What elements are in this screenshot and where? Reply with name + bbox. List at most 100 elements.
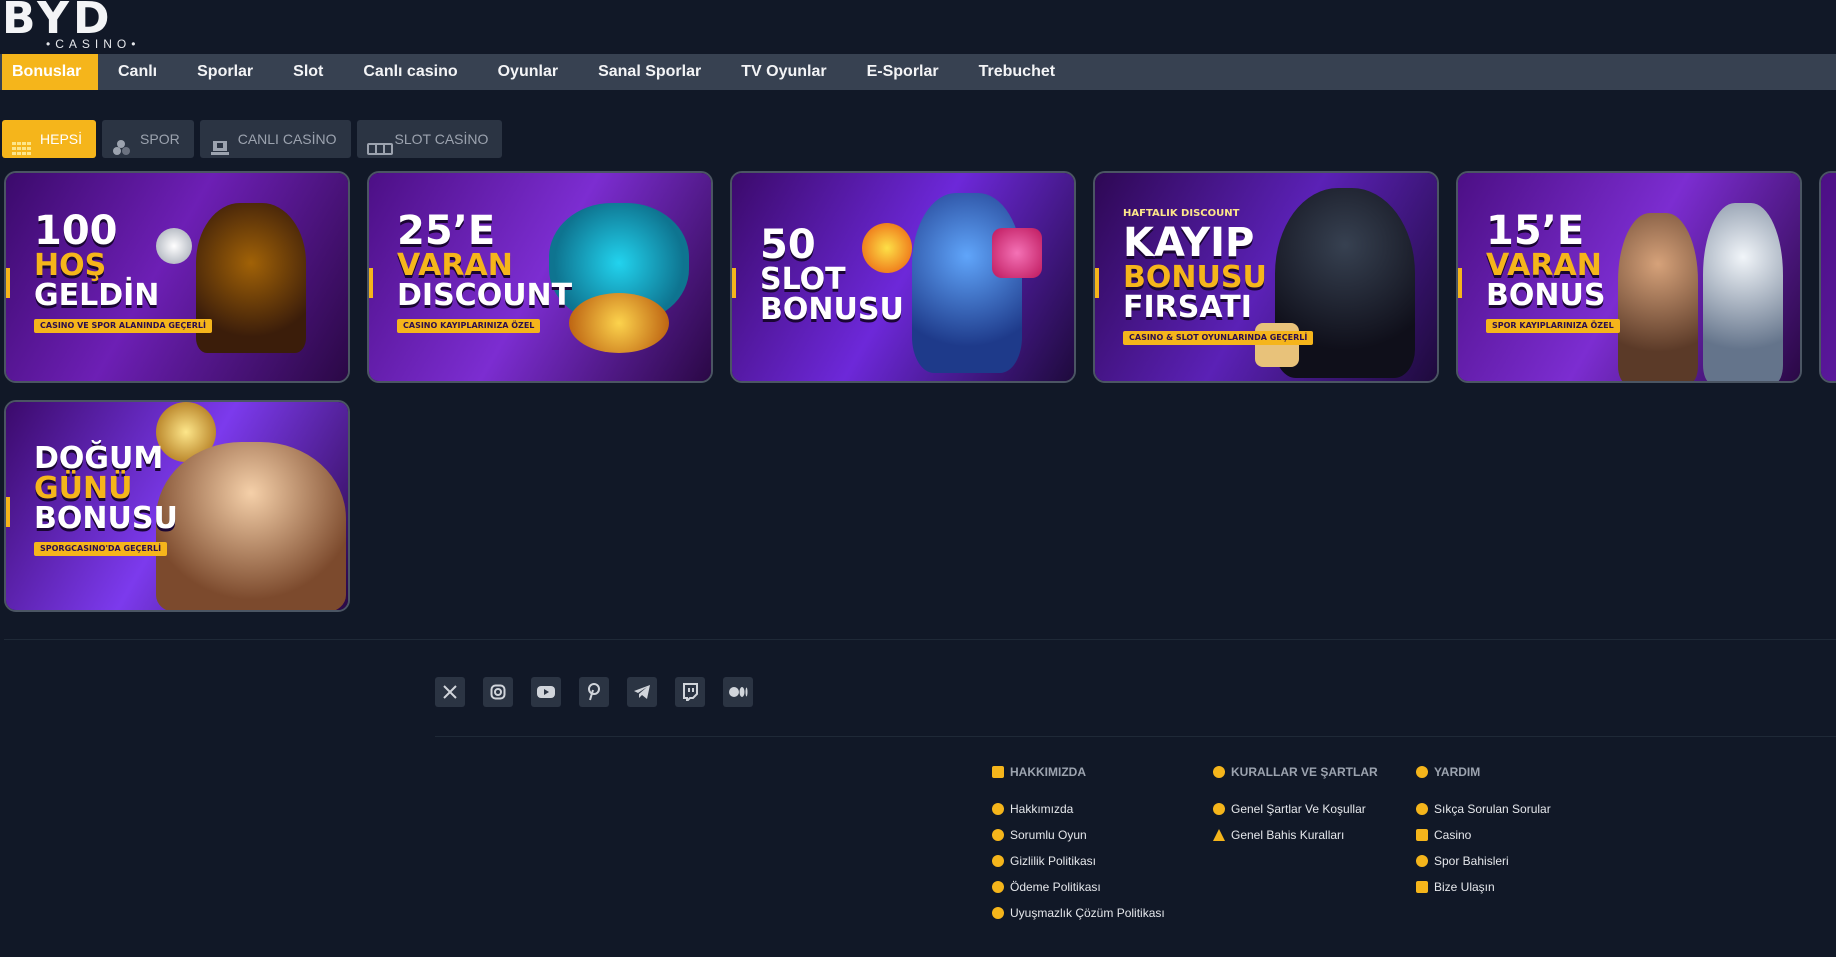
bonus-card-welcome[interactable]: 100 HOŞ GELDİN CASINO VE SPOR ALANINDA G… xyxy=(4,171,350,383)
nav-oyunlar[interactable]: Oyunlar xyxy=(478,54,578,90)
player-two-image xyxy=(1703,203,1783,381)
card-text: HAFTALIK DISCOUNT KAYIP BONUSU FIRSATI C… xyxy=(1123,208,1314,345)
card-title-line2: VARAN xyxy=(1486,248,1602,283)
card-condition: SPORGCASINO'DA GEÇERLİ xyxy=(34,542,168,556)
bonus-card-slot[interactable]: 50 SLOT BONUSU xyxy=(730,171,1076,383)
footer-link-faq[interactable]: Sıkça Sorulan Sorular xyxy=(1416,796,1551,822)
card-accent-bar xyxy=(369,268,373,298)
card-title-line1: 50 xyxy=(760,222,816,268)
footer-link-terms[interactable]: Genel Şartlar Ve Koşullar xyxy=(1213,796,1378,822)
x-icon[interactable] xyxy=(435,677,465,707)
card-title-line3: FIRSATI xyxy=(1123,290,1252,325)
card-title-line1: DOĞUM xyxy=(34,441,164,476)
footer-link-betting-rules[interactable]: Genel Bahis Kuralları xyxy=(1213,822,1378,848)
footer-link-payment-policy[interactable]: Ödeme Politikası xyxy=(992,874,1165,900)
nav-bonuslar[interactable]: Bonuslar xyxy=(2,54,98,90)
footer-rules-heading: KURALLAR VE ŞARTLAR xyxy=(1213,764,1378,780)
footer-link-label: Genel Şartlar Ve Koşullar xyxy=(1231,802,1366,816)
footer-link-label: Bize Ulaşın xyxy=(1434,880,1495,894)
card-title-line3: BONUS xyxy=(1486,278,1606,313)
bonus-card-casino-discount[interactable]: 25’E VARAN DISCOUNT CASINO KAYIPLARINIZA… xyxy=(367,171,713,383)
card-text: 25’E VARAN DISCOUNT CASINO KAYIPLARINIZA… xyxy=(397,211,572,333)
medium-icon[interactable] xyxy=(723,677,753,707)
social-links xyxy=(435,677,753,707)
nav-trebuchet[interactable]: Trebuchet xyxy=(959,54,1075,90)
footer-link-label: Gizlilik Politikası xyxy=(1010,854,1097,868)
nav-canli-casino[interactable]: Canlı casino xyxy=(343,54,477,90)
footer-help-column: YARDIM Sıkça Sorulan Sorular Casino Spor… xyxy=(1416,764,1551,900)
footer-about-column: HAKKIMIZDA Hakkımızda Sorumlu Oyun Gizli… xyxy=(992,764,1165,926)
footer-about-heading: HAKKIMIZDA xyxy=(992,764,1165,780)
footer-about-title: HAKKIMIZDA xyxy=(1010,765,1086,779)
bonus-card-birthday[interactable]: DOĞUM GÜNÜ BONUSU SPORGCASINO'DA GEÇERLİ xyxy=(4,400,350,612)
pinterest-icon[interactable] xyxy=(579,677,609,707)
filter-slot-casino-label: SLOT CASİNO xyxy=(394,131,489,147)
footer-link-label: Hakkımızda xyxy=(1010,802,1074,816)
footer-link-sports-betting[interactable]: Spor Bahisleri xyxy=(1416,848,1551,874)
logo-subtitle: •CASINO• xyxy=(46,37,141,51)
bonus-card-sport-loss[interactable]: 15’E VARAN BONUS SPOR KAYIPLARINIZA ÖZEL xyxy=(1456,171,1802,383)
card-condition: CASINO KAYIPLARINIZA ÖZEL xyxy=(397,319,541,333)
bonus-filter-tabs: HEPSİ SPOR CANLI CASİNO SLOT CASİNO xyxy=(2,120,503,158)
section-divider xyxy=(4,639,1836,640)
sport-balls-icon xyxy=(112,132,132,155)
footer-link-contact[interactable]: Bize Ulaşın xyxy=(1416,874,1551,900)
card-title-line3: BONUSU xyxy=(34,501,178,536)
handshake-icon xyxy=(992,907,1004,919)
bonus-card-loss[interactable]: HAFTALIK DISCOUNT KAYIP BONUSU FIRSATI C… xyxy=(1093,171,1439,383)
party-women-image xyxy=(156,442,346,610)
genie-character-image xyxy=(912,193,1022,373)
filter-sport[interactable]: SPOR xyxy=(102,120,194,158)
footer-link-casino[interactable]: Casino xyxy=(1416,822,1551,848)
card-title-line2: BONUSU xyxy=(1123,260,1267,295)
grid-icon xyxy=(12,132,32,155)
filter-all[interactable]: HEPSİ xyxy=(2,120,97,158)
youtube-icon[interactable] xyxy=(531,677,561,707)
star-icon xyxy=(992,829,1004,841)
card-condition: SPOR KAYIPLARINIZA ÖZEL xyxy=(1486,319,1620,333)
footer-link-responsible-gaming[interactable]: Sorumlu Oyun xyxy=(992,822,1165,848)
filter-slot-casino[interactable]: SLOT CASİNO xyxy=(356,120,503,158)
card-accent-bar xyxy=(6,268,10,298)
warning-icon xyxy=(1213,829,1225,841)
nav-canli[interactable]: Canlı xyxy=(98,54,177,90)
footer-link-privacy-policy[interactable]: Gizlilik Politikası xyxy=(992,848,1165,874)
footer-help-heading: YARDIM xyxy=(1416,764,1551,780)
card-title-line1: KAYIP xyxy=(1123,220,1255,266)
dealer-icon xyxy=(1416,829,1428,841)
card-pretitle: HAFTALIK DISCOUNT xyxy=(1123,208,1240,219)
footer-link-label: Genel Bahis Kuralları xyxy=(1231,828,1345,842)
footer-rules-title: KURALLAR VE ŞARTLAR xyxy=(1231,765,1378,779)
telegram-icon[interactable] xyxy=(627,677,657,707)
footer-link-about[interactable]: Hakkımızda xyxy=(992,796,1165,822)
card-text: 100 HOŞ GELDİN CASINO VE SPOR ALANINDA G… xyxy=(34,211,212,333)
card-text: DOĞUM GÜNÜ BONUSU SPORGCASINO'DA GEÇERLİ xyxy=(34,444,178,556)
card-title-line3: BONUSU xyxy=(760,292,904,327)
card-title-line2: VARAN xyxy=(397,248,513,283)
contact-book-icon xyxy=(1416,881,1428,893)
nav-sporlar[interactable]: Sporlar xyxy=(177,54,273,90)
instagram-icon[interactable] xyxy=(483,677,513,707)
site-logo[interactable]: BYD •CASINO• xyxy=(2,0,172,52)
filter-all-label: HEPSİ xyxy=(40,131,83,147)
card-accent-bar xyxy=(6,497,10,527)
nav-tv-oyunlar[interactable]: TV Oyunlar xyxy=(721,54,846,90)
nav-sanal-sporlar[interactable]: Sanal Sporlar xyxy=(578,54,721,90)
nav-e-sporlar[interactable]: E-Sporlar xyxy=(847,54,959,90)
main-nav: Bonuslar Canlı Sporlar Slot Canlı casino… xyxy=(0,54,1836,90)
card-title-line2: SLOT xyxy=(760,262,846,297)
card-title-line1: 100 xyxy=(34,208,118,254)
filter-live-casino[interactable]: CANLI CASİNO xyxy=(199,120,351,158)
card-text: 15’E VARAN BONUS SPOR KAYIPLARINIZA ÖZEL xyxy=(1486,211,1620,333)
twitch-icon[interactable] xyxy=(675,677,705,707)
footer-link-dispute-policy[interactable]: Uyuşmazlık Çözüm Politikası xyxy=(992,900,1165,926)
bonus-card-grid: 100 HOŞ GELDİN CASINO VE SPOR ALANINDA G… xyxy=(4,171,1836,621)
question-icon xyxy=(1416,766,1428,778)
lock-icon xyxy=(992,855,1004,867)
bonus-card-partial[interactable] xyxy=(1819,171,1836,383)
nav-slot[interactable]: Slot xyxy=(273,54,343,90)
card-title-line3: DISCOUNT xyxy=(397,278,573,313)
footer-link-label: Sıkça Sorulan Sorular xyxy=(1434,802,1551,816)
coin-icon xyxy=(992,881,1004,893)
footer-link-label: Sorumlu Oyun xyxy=(1010,828,1087,842)
